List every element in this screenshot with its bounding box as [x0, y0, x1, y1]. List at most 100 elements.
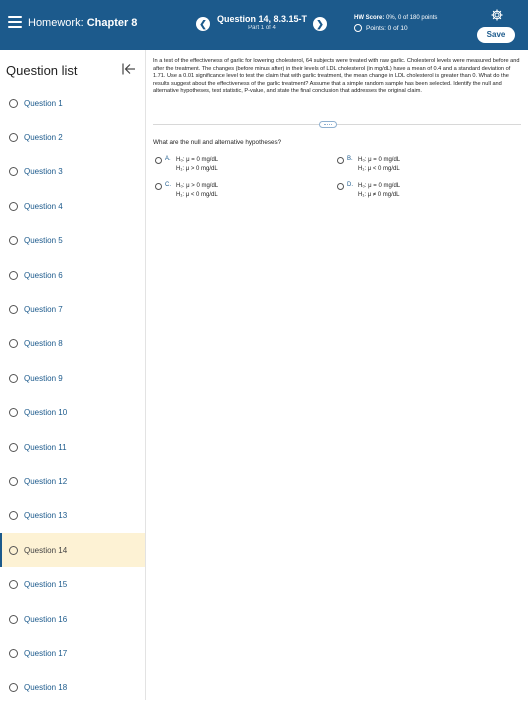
option-hypotheses: H₀: μ = 0 mg/dL H₁: μ > 0 mg/dL: [176, 156, 218, 174]
sidebar-item-question-1[interactable]: Question 1: [0, 86, 145, 120]
option-letter: C.: [165, 182, 171, 188]
sidebar-item-label: Question 4: [24, 201, 63, 211]
hw-score-value: 0%, 0 of 180 points: [386, 15, 438, 21]
alternative-hypothesis: H₁: μ ≠ 0 mg/dL: [358, 192, 400, 198]
panel-divider: [153, 124, 521, 125]
sidebar-item-question-5[interactable]: Question 5: [0, 224, 145, 258]
sidebar-item-label: Question 6: [24, 270, 63, 280]
sidebar-item-question-15[interactable]: Question 15: [0, 568, 145, 602]
sidebar-item-question-11[interactable]: Question 11: [0, 430, 145, 464]
sidebar-item-label: Question 18: [24, 683, 68, 693]
status-circle-icon: [9, 683, 18, 693]
top-bar: Homework: Chapter 8 ❮ Question 14, 8.3.1…: [0, 0, 528, 50]
null-hypothesis: H₀: μ = 0 mg/dL: [176, 157, 219, 163]
divider-handle[interactable]: [319, 121, 337, 128]
sidebar-item-question-10[interactable]: Question 10: [0, 396, 145, 430]
status-circle-icon: [9, 304, 18, 314]
alternative-hypothesis: H₁: μ > 0 mg/dL: [176, 166, 218, 172]
save-button[interactable]: Save: [477, 27, 515, 43]
radio-button[interactable]: [337, 182, 344, 190]
alternative-hypothesis: H₁: μ < 0 mg/dL: [176, 192, 218, 198]
sidebar-item-label: Question 16: [24, 614, 68, 624]
question-list-title: Question list: [6, 63, 78, 78]
status-circle-icon: [9, 132, 18, 142]
answer-option-d[interactable]: D. H₀: μ = 0 mg/dL H₁: μ ≠ 0 mg/dL: [337, 182, 400, 200]
sidebar-item-label: Question 1: [24, 98, 63, 108]
sidebar-item-label: Question 9: [24, 373, 63, 383]
option-letter: B.: [347, 156, 353, 162]
answer-option-b[interactable]: B. H₀: μ = 0 mg/dL H₁: μ < 0 mg/dL: [337, 156, 400, 174]
answer-option-c[interactable]: C. H₀: μ > 0 mg/dL H₁: μ < 0 mg/dL: [155, 182, 218, 200]
gear-icon[interactable]: [491, 9, 503, 21]
status-circle-icon: [9, 442, 18, 452]
sidebar-item-question-13[interactable]: Question 13: [0, 499, 145, 533]
sidebar-item-question-12[interactable]: Question 12: [0, 464, 145, 498]
points-status: Points: 0 of 10: [354, 24, 408, 32]
option-hypotheses: H₀: μ > 0 mg/dL H₁: μ < 0 mg/dL: [176, 182, 218, 200]
sidebar-item-question-16[interactable]: Question 16: [0, 602, 145, 636]
question-prompt: What are the null and alternative hypoth…: [153, 139, 282, 146]
sidebar-item-question-3[interactable]: Question 3: [0, 155, 145, 189]
question-panel: In a test of the effectiveness of garlic…: [147, 50, 528, 700]
sidebar-item-label: Question 5: [24, 236, 63, 246]
status-circle-icon: [9, 98, 18, 108]
sidebar-item-label: Question 11: [24, 442, 67, 452]
sidebar-item-question-6[interactable]: Question 6: [0, 258, 145, 292]
sidebar-item-label: Question 13: [24, 511, 68, 521]
status-circle-icon: [9, 339, 18, 349]
status-circle-icon: [9, 545, 18, 555]
answer-option-a[interactable]: A. H₀: μ = 0 mg/dL H₁: μ > 0 mg/dL: [155, 156, 218, 174]
status-circle-icon: [9, 614, 18, 624]
hw-score-label: HW Score:: [354, 15, 385, 21]
null-hypothesis: H₀: μ > 0 mg/dL: [176, 183, 219, 189]
status-circle-icon: [9, 648, 18, 658]
status-circle-icon: [9, 580, 18, 590]
sidebar-item-label: Question 17: [24, 648, 68, 658]
radio-button[interactable]: [155, 156, 162, 164]
chevron-left-icon[interactable]: ❮: [196, 17, 210, 31]
sidebar-item-label: Question 8: [24, 339, 63, 349]
sidebar-item-label: Question 14: [24, 545, 68, 555]
status-circle-icon: [9, 201, 18, 211]
collapse-sidebar-icon[interactable]: [122, 63, 136, 75]
null-hypothesis: H₀: μ = 0 mg/dL: [358, 157, 401, 163]
sidebar-item-label: Question 15: [24, 580, 68, 590]
question-title: Question 14, 8.3.15-T: [216, 14, 308, 24]
sidebar-item-label: Question 12: [24, 476, 68, 486]
option-hypotheses: H₀: μ = 0 mg/dL H₁: μ < 0 mg/dL: [358, 156, 400, 174]
alternative-hypothesis: H₁: μ < 0 mg/dL: [358, 166, 400, 172]
assignment-label: Homework:: [28, 17, 84, 29]
points-ring-icon: [354, 24, 362, 32]
chevron-right-icon[interactable]: ❯: [313, 17, 327, 31]
sidebar-item-question-7[interactable]: Question 7: [0, 292, 145, 326]
status-circle-icon: [9, 167, 18, 177]
status-circle-icon: [9, 270, 18, 280]
option-hypotheses: H₀: μ = 0 mg/dL H₁: μ ≠ 0 mg/dL: [358, 182, 400, 200]
status-circle-icon: [9, 408, 18, 418]
status-circle-icon: [9, 511, 18, 521]
sidebar-item-label: Question 2: [24, 132, 63, 142]
status-circle-icon: [9, 373, 18, 383]
option-letter: D.: [347, 182, 353, 188]
assignment-name: Chapter 8: [86, 17, 138, 29]
question-list-sidebar: Question list Question 1 Question 2 Questi…: [0, 50, 146, 700]
radio-button[interactable]: [337, 156, 344, 164]
sidebar-item-question-8[interactable]: Question 8: [0, 327, 145, 361]
sidebar-item-question-4[interactable]: Question 4: [0, 189, 145, 223]
question-part: Part 1 of 4: [248, 25, 276, 31]
sidebar-item-question-17[interactable]: Question 17: [0, 636, 145, 670]
null-hypothesis: H₀: μ = 0 mg/dL: [358, 183, 401, 189]
sidebar-item-question-14[interactable]: Question 14: [0, 533, 145, 568]
menu-icon[interactable]: [8, 16, 22, 28]
status-circle-icon: [9, 236, 18, 246]
points-text: Points: 0 of 10: [366, 24, 408, 32]
sidebar-item-question-2[interactable]: Question 2: [0, 120, 145, 154]
sidebar-item-label: Question 10: [24, 408, 68, 418]
problem-text: In a test of the effectiveness of garlic…: [153, 58, 520, 95]
radio-button[interactable]: [155, 182, 162, 190]
sidebar-item-question-9[interactable]: Question 9: [0, 361, 145, 395]
sidebar-item-label: Question 7: [24, 304, 63, 314]
option-letter: A.: [165, 156, 171, 162]
assignment-title[interactable]: Homework: Chapter 8: [28, 17, 137, 29]
status-circle-icon: [9, 476, 18, 486]
